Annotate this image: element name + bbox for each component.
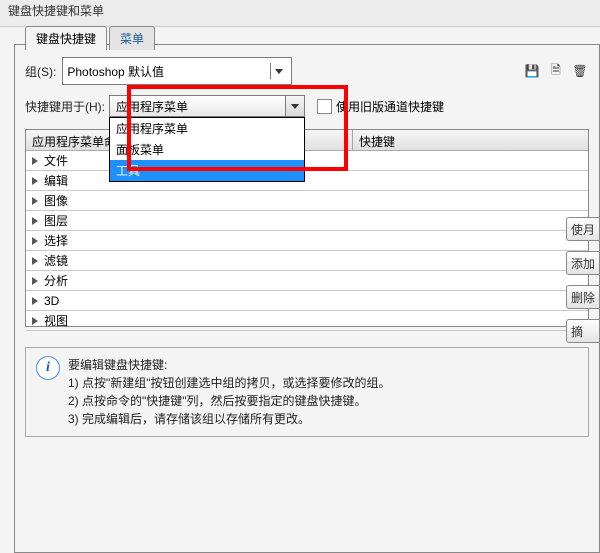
chevron-down-icon (270, 63, 287, 79)
group-label: 组(S): (25, 63, 56, 80)
chevron-down-icon (285, 96, 304, 116)
table-row[interactable]: 3D (26, 291, 588, 311)
table-row[interactable]: 分析 (26, 271, 588, 291)
tab-shortcuts[interactable]: 键盘快捷键 (25, 26, 107, 50)
expand-icon (32, 197, 38, 205)
use-button[interactable]: 使月 (566, 217, 600, 241)
table-row[interactable]: 图层 (26, 211, 588, 231)
group-select[interactable]: Photoshop 默认值 (62, 57, 291, 85)
info-line: 2) 点按命令的"快捷键"列，然后按要指定的键盘快捷键。 (68, 392, 391, 410)
save-icon[interactable]: 💾 (523, 62, 541, 80)
add-button[interactable]: 添加 (566, 251, 600, 275)
window-title: 键盘快捷键和菜单 (0, 0, 600, 27)
shortcutfor-select[interactable]: 应用程序菜单 (109, 95, 305, 117)
dropdown-option-tools[interactable]: 工具 (110, 160, 304, 181)
expand-icon (32, 217, 38, 225)
expand-icon (32, 177, 38, 185)
dropdown-option-panelmenu[interactable]: 面板菜单 (110, 139, 304, 160)
group-select-value: Photoshop 默认值 (67, 63, 164, 80)
info-line: 1) 点按"新建组"按钮创建选中组的拷贝，或选择要修改的组。 (68, 374, 391, 392)
expand-icon (32, 157, 38, 165)
info-panel: i 要编辑键盘快捷键: 1) 点按"新建组"按钮创建选中组的拷贝，或选择要修改的… (25, 347, 589, 437)
dropdown-option-appmenu[interactable]: 应用程序菜单 (110, 118, 304, 139)
expand-icon (32, 257, 38, 265)
shortcutfor-dropdown: 应用程序菜单 面板菜单 工具 (109, 117, 305, 182)
info-title: 要编辑键盘快捷键: (68, 356, 391, 374)
delete-button[interactable]: 删除 (566, 285, 600, 309)
trash-icon[interactable]: 🗑 (571, 62, 589, 80)
new-icon[interactable]: 🗎 (547, 62, 565, 80)
expand-icon (32, 237, 38, 245)
shortcutfor-label: 快捷键用于(H): (25, 98, 105, 115)
info-icon: i (36, 356, 60, 380)
summary-button[interactable]: 摘 (566, 319, 600, 343)
table-row[interactable]: 选择 (26, 231, 588, 251)
expand-icon (32, 277, 38, 285)
legacy-checkbox-label: 使用旧版通道快捷键 (336, 98, 444, 115)
legacy-checkbox[interactable] (317, 99, 332, 114)
tab-menus[interactable]: 菜单 (109, 26, 155, 50)
table-row[interactable]: 视图 (26, 311, 588, 331)
shortcutfor-value: 应用程序菜单 (116, 98, 188, 115)
table-row[interactable]: 滤镜 (26, 251, 588, 271)
col-header-shortcut[interactable]: 快捷键 (353, 130, 588, 150)
info-line: 3) 完成编辑后，请存储该组以存储所有更改。 (68, 410, 391, 428)
expand-icon (32, 297, 38, 305)
table-row[interactable]: 图像 (26, 191, 588, 211)
expand-icon (32, 317, 38, 325)
